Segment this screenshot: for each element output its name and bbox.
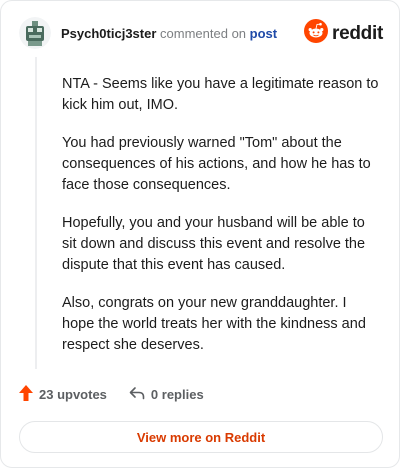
reply-arrow-icon <box>129 386 145 403</box>
reddit-logo[interactable]: reddit <box>304 19 383 48</box>
comment-paragraph: Hopefully, you and your husband will be … <box>62 215 366 273</box>
upvote-button[interactable]: 23 upvotes <box>19 385 107 404</box>
avatar[interactable] <box>19 17 51 49</box>
commented-on-text: commented on <box>160 26 247 41</box>
comment-paragraph: You had previously warned "Tom" about th… <box>62 135 371 193</box>
embed-card: Psych0ticj3ster commented on post reddit <box>0 0 400 468</box>
upvote-arrow-icon <box>19 385 33 404</box>
reddit-wordmark: reddit <box>332 22 383 44</box>
reddit-logo-icon <box>304 19 329 48</box>
comment-actions: 23 upvotes 0 replies <box>19 385 226 404</box>
reply-count: 0 replies <box>150 387 204 402</box>
comment-paragraph: NTA - Seems like you have a legitimate r… <box>62 76 379 113</box>
comment-header: Psych0ticj3ster commented on post reddit <box>19 17 383 53</box>
comment-byline: Psych0ticj3ster commented on post <box>61 26 277 41</box>
reply-button[interactable]: 0 replies <box>129 386 204 403</box>
comment-body: NTA - Seems like you have a legitimate r… <box>62 74 382 373</box>
thread-line <box>35 57 37 369</box>
username-link[interactable]: Psych0ticj3ster <box>61 26 156 41</box>
post-link[interactable]: post <box>250 26 277 41</box>
upvote-count: 23 upvotes <box>39 387 107 402</box>
view-more-button[interactable]: View more on Reddit <box>19 421 383 453</box>
comment-paragraph: Also, congrats on your new granddaughter… <box>62 295 366 353</box>
view-more-label: View more on Reddit <box>136 429 266 445</box>
